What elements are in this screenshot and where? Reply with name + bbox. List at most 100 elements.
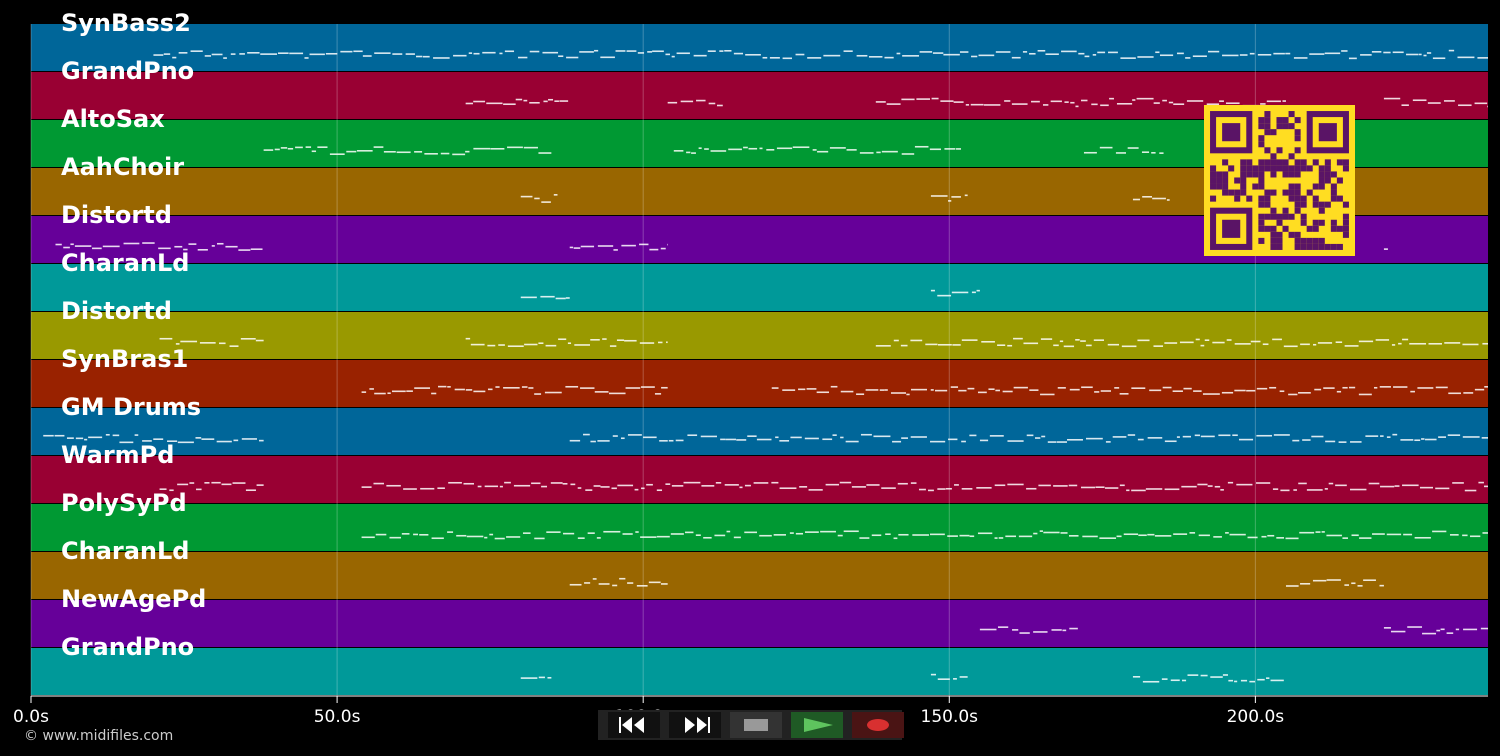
note xyxy=(465,102,473,105)
note xyxy=(1432,530,1447,533)
note xyxy=(910,388,927,391)
note xyxy=(1401,104,1409,106)
note xyxy=(543,100,548,103)
note xyxy=(1107,343,1120,346)
qr-module xyxy=(1342,231,1349,238)
note xyxy=(1225,102,1240,105)
note xyxy=(683,481,701,484)
note xyxy=(1234,680,1238,683)
qr-module xyxy=(1288,213,1295,220)
note xyxy=(1137,438,1144,441)
note xyxy=(988,388,995,391)
note xyxy=(503,103,516,106)
stop-button[interactable] xyxy=(730,712,782,738)
note xyxy=(759,147,763,150)
note xyxy=(1299,531,1315,534)
note xyxy=(843,530,859,533)
note xyxy=(1136,97,1154,100)
note xyxy=(820,530,836,533)
note xyxy=(565,297,570,299)
note xyxy=(1232,434,1238,437)
note xyxy=(1075,105,1079,108)
note xyxy=(1273,52,1285,55)
qr-module xyxy=(1264,213,1271,220)
note xyxy=(43,434,54,437)
note xyxy=(580,387,595,389)
note xyxy=(422,55,430,58)
qr-module xyxy=(1258,165,1265,172)
qr-module xyxy=(1270,237,1277,244)
qr-module xyxy=(1222,171,1229,178)
note xyxy=(822,438,833,441)
qr-module xyxy=(1222,159,1229,166)
play-button[interactable] xyxy=(791,712,843,738)
qr-module xyxy=(1330,195,1337,202)
note xyxy=(930,673,937,676)
record-button[interactable] xyxy=(852,712,904,738)
qr-module xyxy=(1312,219,1319,226)
note xyxy=(477,485,482,488)
track-label: GrandPno xyxy=(61,57,195,85)
note xyxy=(1344,345,1359,347)
note xyxy=(1057,387,1066,389)
note xyxy=(74,245,92,247)
qr-module xyxy=(1276,213,1283,220)
qr-module xyxy=(1234,195,1241,202)
track-lane xyxy=(31,312,1488,359)
note xyxy=(1227,481,1234,484)
note xyxy=(932,52,944,54)
note xyxy=(569,583,582,586)
note xyxy=(910,436,927,438)
note xyxy=(806,388,817,390)
note xyxy=(88,436,103,439)
note xyxy=(900,344,908,347)
note xyxy=(1428,342,1442,345)
note xyxy=(590,440,596,443)
note xyxy=(1045,53,1059,56)
note xyxy=(1213,536,1222,538)
qr-code xyxy=(1204,105,1355,256)
note xyxy=(940,100,954,102)
note xyxy=(1080,340,1086,342)
note xyxy=(603,530,621,533)
note xyxy=(373,146,384,148)
note xyxy=(177,441,194,444)
note xyxy=(856,54,868,57)
track-label: Distortd xyxy=(61,297,172,325)
note xyxy=(620,437,625,440)
note xyxy=(1064,101,1069,103)
note xyxy=(1249,680,1256,683)
fast-forward-button[interactable] xyxy=(669,712,721,738)
note xyxy=(807,57,822,59)
note xyxy=(391,390,406,393)
qr-module xyxy=(1294,237,1301,244)
note xyxy=(795,532,804,535)
note xyxy=(1159,152,1164,154)
qr-finder-center xyxy=(1318,123,1337,142)
note xyxy=(1132,198,1140,201)
note xyxy=(583,433,590,436)
note xyxy=(396,151,411,154)
rewind-button[interactable] xyxy=(608,712,660,738)
note xyxy=(693,54,707,57)
track-label: PolySyPd xyxy=(61,489,187,517)
note xyxy=(859,537,870,539)
note xyxy=(1380,485,1395,488)
note xyxy=(1315,531,1321,533)
note xyxy=(1115,152,1126,154)
note xyxy=(447,531,454,533)
note xyxy=(1279,390,1285,393)
note xyxy=(1435,487,1450,490)
note xyxy=(1080,486,1096,489)
qr-module xyxy=(1342,213,1349,220)
note xyxy=(1204,339,1210,342)
note xyxy=(1314,388,1322,391)
note xyxy=(1482,532,1488,534)
note xyxy=(1119,484,1125,487)
note xyxy=(600,486,610,488)
note xyxy=(305,146,312,148)
qr-module xyxy=(1210,171,1217,178)
note xyxy=(744,531,758,534)
track-label: Distortd xyxy=(61,201,172,229)
note xyxy=(1283,345,1298,348)
